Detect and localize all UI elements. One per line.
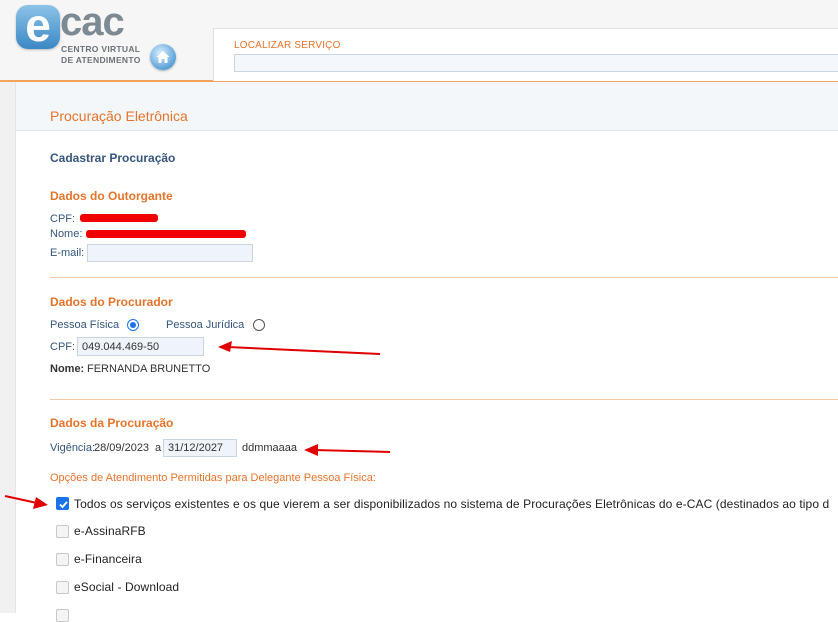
outorgante-title: Dados do Outorgante: [50, 189, 173, 203]
search-label: LOCALIZAR SERVIÇO: [234, 40, 341, 51]
date-format-hint: ddmmaaaa: [242, 442, 298, 454]
vigencia-end-date-input[interactable]: [163, 439, 237, 457]
pessoa-juridica-radio[interactable]: [253, 319, 265, 331]
pessoa-fisica-radio[interactable]: [127, 319, 139, 331]
home-icon[interactable]: [150, 44, 176, 70]
page-title: Procuração Eletrônica: [50, 108, 188, 124]
vigencia-start-date: 28/09/2023: [94, 442, 150, 454]
ecac-logo-icon[interactable]: e: [16, 0, 60, 51]
section-divider: [50, 399, 838, 400]
option-label-esocial-download: eSocial - Download: [74, 580, 180, 594]
option-label-e-assinarfb: e-AssinaRFB: [74, 524, 146, 538]
left-strip: [0, 82, 16, 613]
option-checkbox-partial[interactable]: [56, 609, 69, 622]
procurador-cpf-label: CPF:: [50, 341, 76, 353]
redaction-mark: [86, 230, 246, 238]
procuracao-title: Dados da Procuração: [50, 416, 174, 430]
option-checkbox-e-assinarfb[interactable]: [56, 525, 69, 538]
annotation-arrow-date: [304, 444, 391, 456]
pessoa-fisica-label: Pessoa Física: [50, 319, 120, 331]
logo-e-letter: e: [25, 0, 51, 51]
search-input[interactable]: [234, 54, 838, 72]
pessoa-juridica-label: Pessoa Jurídica: [166, 319, 245, 331]
main-content: Procuração Eletrônica Cadastrar Procuraç…: [16, 82, 838, 622]
outorgante-nome-label: Nome:: [50, 228, 83, 240]
option-label-all: Todos os serviços existentes e os que vi…: [74, 497, 830, 511]
option-checkbox-all[interactable]: [56, 497, 69, 510]
option-label-e-financeira: e-Financeira: [74, 552, 142, 566]
option-checkbox-esocial-download[interactable]: [56, 581, 69, 594]
outorgante-cpf-label: CPF:: [50, 213, 76, 225]
email-field[interactable]: [87, 244, 253, 262]
redaction-mark: [80, 214, 158, 222]
logo-subtitle: CENTRO VIRTUAL DE ATENDIMENTO: [61, 44, 141, 66]
logo-subtitle-line1: CENTRO VIRTUAL: [61, 44, 141, 54]
procurador-nome-label: Nome:: [50, 363, 85, 375]
site-header: e cac CENTRO VIRTUAL DE ATENDIMENTO LOCA…: [0, 0, 838, 82]
options-title: Opções de Atendimento Permitidas para De…: [50, 472, 376, 484]
vigencia-a-label: a: [155, 442, 162, 454]
section-divider: [50, 277, 838, 278]
vigencia-label: Vigência:: [50, 442, 96, 454]
outorgante-email-label: E-mail:: [50, 247, 85, 259]
logo-subtitle-line2: DE ATENDIMENTO: [61, 55, 141, 65]
page-title-bar: Procuração Eletrônica: [16, 82, 838, 131]
page-subtitle: Cadastrar Procuração: [50, 151, 176, 165]
annotation-arrow-cpf: [218, 341, 381, 355]
search-panel: LOCALIZAR SERVIÇO: [213, 28, 838, 81]
procurador-nome-value: FERNANDA BRUNETTO: [87, 363, 211, 375]
procurador-title: Dados do Procurador: [50, 295, 173, 309]
procurador-cpf-input[interactable]: [77, 337, 204, 356]
annotation-arrow-checkbox: [4, 495, 48, 509]
option-checkbox-e-financeira[interactable]: [56, 553, 69, 566]
logo-wordmark: cac: [60, 0, 125, 44]
